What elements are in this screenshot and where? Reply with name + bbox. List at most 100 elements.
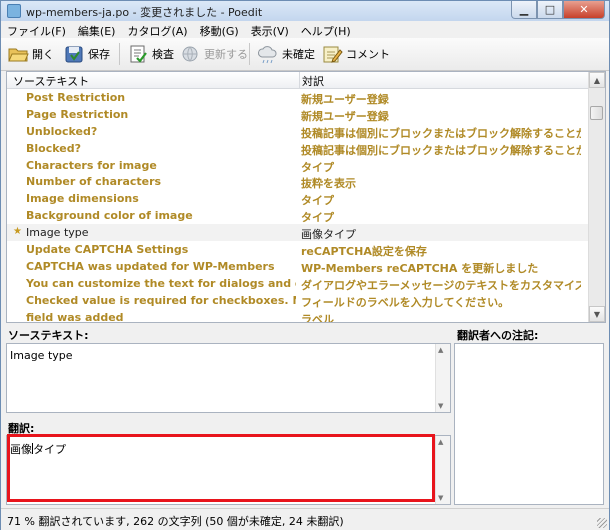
fuzzy-label: 未確定 [282,48,315,61]
row-translation-text: タイプ [301,160,334,174]
menu-catalog[interactable]: カタログ(A) [121,21,193,38]
comment-button[interactable]: コメント [321,41,390,67]
menu-edit[interactable]: 編集(E) [72,21,122,38]
save-button[interactable]: 保存 [63,41,110,67]
source-text-value: Image type [10,349,73,362]
table-row[interactable]: Post Restriction 新規ユーザー登録 [7,89,589,106]
open-label: 開く [32,48,54,61]
table-row[interactable]: Update CAPTCHA Settings reCAPTCHA設定を保存 [7,241,589,258]
scroll-up-arrow-icon[interactable]: ▲ [438,346,443,354]
list-header: ソーステキスト 対訳 [7,72,589,89]
row-source-text: Checked value is required for checkboxes… [26,293,296,307]
close-button[interactable]: ✕ [563,1,605,19]
window-controls: ▁ □ ✕ [511,1,605,19]
menu-go[interactable]: 移動(G) [194,21,245,38]
translation-label: 翻訳: [8,422,35,435]
row-translation-text: 投稿記事は個別にブロックまたはブロック解除することができま... [301,126,581,140]
translation-input[interactable]: 画像タイプ ▲ ▼ [6,435,451,505]
scroll-up-arrow-icon[interactable]: ▲ [589,72,605,88]
source-text-box[interactable]: Image type ▲ ▼ [6,343,451,413]
toolbar-separator [249,43,250,65]
menu-bar: ファイル(F) 編集(E) カタログ(A) 移動(G) 表示(V) ヘルプ(H) [1,21,609,38]
table-row[interactable]: Unblocked? 投稿記事は個別にブロックまたはブロック解除することができま.… [7,123,589,140]
row-source-text: Characters for image [26,158,157,172]
save-disk-icon [63,43,85,65]
table-row[interactable]: Characters for image タイプ [7,157,589,174]
scroll-thumb[interactable] [590,106,603,120]
scroll-down-arrow-icon[interactable]: ▼ [589,306,605,322]
row-source-text: Number of characters [26,175,162,189]
fuzzy-button[interactable]: 未確定 [257,41,315,67]
table-row[interactable]: Blocked? 投稿記事は個別にブロックまたはブロック解除することができま... [7,140,589,157]
row-source-text: CAPTCHA was updated for WP-Members [26,259,275,273]
row-translation-text: 抜粋を表示 [301,177,356,191]
validate-label: 検査 [152,48,174,61]
menu-file[interactable]: ファイル(F) [1,21,72,38]
poedit-window: wp-members-ja.po - 変更されました - Poedit ▁ □ … [0,0,610,530]
update-button[interactable]: 更新する [179,41,248,67]
menu-help[interactable]: ヘルプ(H) [295,21,357,38]
list-scrollbar[interactable]: ▲ ▼ [588,72,605,322]
table-row[interactable]: Checked value is required for checkboxes… [7,292,589,309]
row-source-text: Image type [26,226,89,240]
table-row[interactable]: You can customize the text for dialogs a… [7,275,589,292]
toolbar-separator [119,43,120,65]
column-header-source[interactable]: ソーステキスト [13,73,89,89]
row-source-text: Post Restriction [26,91,126,104]
translator-notes-box[interactable] [454,343,604,505]
resize-grip-icon[interactable] [597,518,607,528]
table-row[interactable]: Image dimensions タイプ [7,190,589,207]
open-button[interactable]: 開く [7,41,54,67]
column-divider[interactable] [299,72,300,88]
row-source-text: Page Restriction [26,107,129,121]
translation-text-before-cursor: 画像 [10,443,32,456]
table-row[interactable]: field was added ラベル [7,309,589,323]
folder-open-icon [7,43,29,65]
toolbar: 開く 保存 検査 更新する 未確定 コメント [1,38,609,71]
row-translation-text: 投稿記事は個別にブロックまたはブロック解除することができま... [301,143,581,157]
star-marker-icon: ★ [13,226,22,238]
row-translation-text: タイプ [301,194,334,208]
row-translation-text: WP-Members reCAPTCHA を更新しました [301,261,539,275]
row-source-text: Background color of image [26,209,193,223]
validate-button[interactable]: 検査 [127,41,174,67]
row-translation-text: reCAPTCHA設定を保存 [301,245,427,259]
source-text-label: ソーステキスト: [8,329,89,342]
title-bar[interactable]: wp-members-ja.po - 変更されました - Poedit ▁ □ … [1,1,609,21]
table-row[interactable]: Background color of image タイプ [7,207,589,224]
poedit-app-icon [7,4,21,18]
translation-text-after-cursor: タイプ [33,443,66,456]
row-translation-text: 新規ユーザー登録 [301,109,389,123]
status-bar: 71 % 翻訳されています, 262 の文字列 (50 個が未確定, 24 未翻… [1,508,609,530]
menu-view[interactable]: 表示(V) [245,21,295,38]
row-source-text: Blocked? [26,141,81,155]
scroll-down-arrow-icon[interactable]: ▼ [438,494,443,502]
translation-scrollbar[interactable]: ▲ ▼ [435,436,450,504]
maximize-button[interactable]: □ [537,1,563,19]
row-translation-text: フィールドのラベルを入力してください。 [301,295,510,309]
table-row[interactable]: Number of characters 抜粋を表示 [7,173,589,190]
source-text-scrollbar[interactable]: ▲ ▼ [435,344,450,412]
row-source-text: field was added [26,310,124,323]
row-translation-text: ラベル [301,312,334,323]
cloud-fuzzy-icon [257,43,279,65]
translator-notes-label: 翻訳者への注記: [457,329,539,342]
editor-area: ソーステキスト: 翻訳者への注記: Image type ▲ ▼ 翻訳: 画像タ… [6,323,604,505]
row-source-text: Update CAPTCHA Settings [26,243,189,257]
row-source-text: You can customize the text for dialogs a… [26,276,296,290]
minimize-button[interactable]: ▁ [511,1,537,19]
table-row[interactable]: Page Restriction 新規ユーザー登録 [7,106,589,123]
save-label: 保存 [88,48,110,61]
checklist-icon [127,43,149,65]
row-source-text: Image dimensions [26,192,139,206]
row-translation-text: ダイアログやエラーメッセージのテキストをカスタマイズするこ... [301,278,581,292]
table-row[interactable]: ★ Image type 画像タイプ [7,224,589,241]
comment-label: コメント [346,48,390,61]
column-header-translation[interactable]: 対訳 [302,73,324,89]
notepad-pencil-icon [321,43,343,65]
list-rows: Post Restriction 新規ユーザー登録 Page Restriction… [7,89,589,323]
row-translation-text: タイプ [301,211,334,225]
scroll-down-arrow-icon[interactable]: ▼ [438,402,443,410]
scroll-up-arrow-icon[interactable]: ▲ [438,438,443,446]
table-row[interactable]: CAPTCHA was updated for WP-Members WP-Mem… [7,258,589,275]
